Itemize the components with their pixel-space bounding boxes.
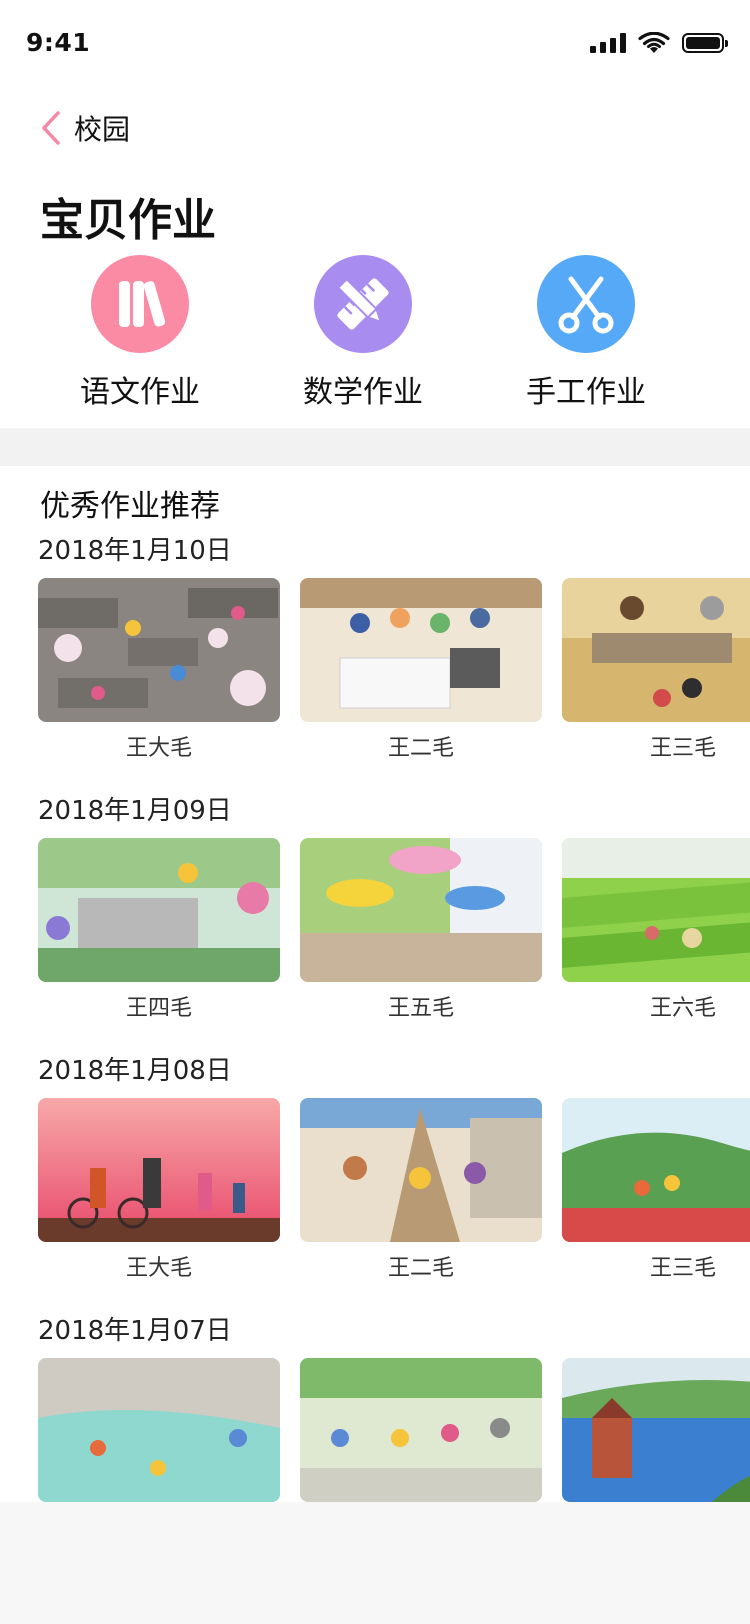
section-divider bbox=[0, 428, 750, 466]
signal-icon bbox=[590, 33, 626, 53]
homework-card[interactable]: 王二毛 bbox=[300, 1098, 542, 1282]
category-label: 语文作业 bbox=[80, 375, 200, 410]
back-button[interactable]: 校园 bbox=[40, 108, 130, 148]
page-title: 宝贝作业 bbox=[40, 195, 216, 246]
homework-thumbnail bbox=[38, 838, 280, 982]
homework-thumbnail bbox=[562, 838, 750, 982]
homework-card[interactable]: 王三毛 bbox=[562, 578, 750, 762]
pencil-ruler-icon bbox=[314, 255, 412, 353]
wifi-icon bbox=[638, 32, 670, 53]
homework-author: 王四毛 bbox=[125, 996, 192, 1021]
category-label: 手工作业 bbox=[526, 375, 646, 410]
chevron-left-icon bbox=[42, 111, 60, 145]
homework-thumbnail bbox=[300, 1098, 542, 1242]
homework-author: 王大毛 bbox=[125, 736, 192, 761]
day-date: 2018年1月09日 bbox=[38, 796, 232, 826]
scissors-icon bbox=[537, 255, 635, 353]
homework-thumbnail bbox=[562, 1358, 750, 1502]
category-row: 语文作业 数学作业 手工作业 bbox=[0, 255, 750, 415]
homework-author: 王大毛 bbox=[125, 1256, 192, 1281]
homework-author: 王二毛 bbox=[387, 736, 454, 761]
books-icon bbox=[91, 255, 189, 353]
homework-card[interactable] bbox=[300, 1358, 542, 1510]
homework-card[interactable]: 王六毛 bbox=[562, 838, 750, 1022]
homework-author: 王三毛 bbox=[649, 736, 716, 761]
category-handcraft[interactable]: 手工作业 bbox=[486, 255, 686, 411]
homework-card[interactable]: 王大毛 bbox=[38, 1098, 280, 1282]
homework-thumbnail bbox=[562, 1098, 750, 1242]
battery-icon bbox=[682, 33, 728, 53]
homework-author: 王二毛 bbox=[387, 1256, 454, 1281]
homework-card[interactable]: 王五毛 bbox=[300, 838, 542, 1022]
category-chinese[interactable]: 语文作业 bbox=[40, 255, 240, 411]
homework-thumbnail bbox=[300, 838, 542, 982]
homework-row: 王大毛 王二毛 王三毛 bbox=[38, 1098, 750, 1298]
status-bar: 9:41 bbox=[0, 0, 750, 90]
homework-card[interactable] bbox=[562, 1358, 750, 1510]
homework-author: 王五毛 bbox=[387, 996, 454, 1021]
homework-card[interactable]: 王二毛 bbox=[300, 578, 542, 762]
category-math[interactable]: 数学作业 bbox=[263, 255, 463, 411]
section-title: 优秀作业推荐 bbox=[40, 489, 220, 524]
homework-row: 王四毛 王五毛 王六毛 bbox=[38, 838, 750, 1038]
back-label: 校园 bbox=[74, 113, 131, 146]
bottom-safe-area bbox=[0, 1502, 750, 1624]
day-date: 2018年1月07日 bbox=[38, 1316, 232, 1346]
day-date: 2018年1月08日 bbox=[38, 1056, 232, 1086]
homework-thumbnail bbox=[300, 1358, 542, 1502]
homework-thumbnail bbox=[38, 578, 280, 722]
homework-card[interactable]: 王大毛 bbox=[38, 578, 280, 762]
homework-row: 王大毛 王二毛 王三毛 bbox=[38, 578, 750, 778]
status-icons bbox=[590, 32, 728, 54]
homework-card[interactable] bbox=[38, 1358, 280, 1510]
status-time: 9:41 bbox=[26, 28, 91, 57]
homework-author: 王六毛 bbox=[649, 996, 716, 1021]
homework-thumbnail bbox=[38, 1098, 280, 1242]
homework-thumbnail bbox=[562, 578, 750, 722]
day-date: 2018年1月10日 bbox=[38, 536, 232, 566]
homework-card[interactable]: 王三毛 bbox=[562, 1098, 750, 1282]
homework-author: 王三毛 bbox=[649, 1256, 716, 1281]
homework-thumbnail bbox=[38, 1358, 280, 1502]
homework-thumbnail bbox=[300, 578, 542, 722]
homework-card[interactable]: 王四毛 bbox=[38, 838, 280, 1022]
category-label: 数学作业 bbox=[303, 375, 423, 410]
